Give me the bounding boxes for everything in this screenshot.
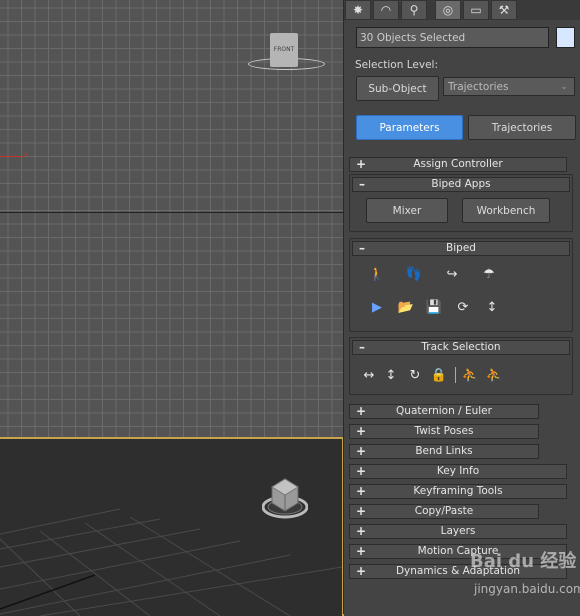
body-rotation-icon[interactable]: ↻ — [406, 366, 424, 384]
save-file-icon[interactable]: 💾 — [425, 298, 443, 316]
load-file-icon[interactable]: 📂 — [397, 298, 415, 316]
rollout-track-selection[interactable]: – Track Selection — [352, 340, 570, 355]
rollout-copy-paste[interactable]: + Copy/Paste — [349, 504, 539, 519]
rollout-label: Assign Controller — [413, 158, 503, 170]
sub-object-dropdown-value: Trajectories — [448, 81, 509, 93]
figure-mode-icon[interactable]: 🚶 — [368, 265, 386, 283]
collapse-icon: – — [359, 340, 365, 354]
rollout-keyframing-tools[interactable]: + Keyframing Tools — [349, 484, 567, 499]
create-tab[interactable]: ✸ — [345, 0, 371, 20]
rollout-quaternion-euler[interactable]: + Quaternion / Euler — [349, 404, 539, 419]
chevron-down-icon: ⌄ — [560, 82, 568, 92]
rollout-label: Bend Links — [415, 445, 473, 457]
perspective-grid — [0, 508, 342, 616]
mixer-mode-icon[interactable]: ☂ — [480, 265, 498, 283]
footstep-mode-icon[interactable]: 👣 — [405, 265, 423, 283]
rollout-biped[interactable]: – Biped — [352, 241, 570, 256]
opposite-icon[interactable]: ⛹ — [485, 366, 503, 384]
expand-icon: + — [356, 404, 367, 418]
hierarchy-tab[interactable]: ⚲ — [401, 0, 427, 20]
object-color-swatch[interactable] — [556, 27, 575, 48]
expand-icon: + — [356, 524, 367, 538]
rollout-bend-links[interactable]: + Bend Links — [349, 444, 539, 459]
command-tab-bar: ✸ ◠ ⚲ ◎ ▭ ⚒ — [344, 0, 580, 20]
convert-icon[interactable]: ⟳ — [454, 298, 472, 316]
create-icon: ✸ — [352, 3, 364, 17]
parameters-button[interactable]: Parameters — [356, 115, 463, 140]
rollout-label: Layers — [440, 525, 476, 537]
expand-icon: + — [356, 157, 367, 171]
x-axis-gizmo — [0, 156, 24, 157]
rollout-label: Key Info — [436, 465, 480, 477]
rollout-label: Copy/Paste — [414, 505, 474, 517]
rollout-label: Biped — [446, 242, 476, 254]
buffer-mode-icon[interactable]: ▶ — [368, 298, 386, 316]
rollout-label: Twist Poses — [414, 425, 474, 437]
lock-com-icon[interactable]: 🔒 — [430, 366, 448, 384]
motion-tab[interactable]: ◎ — [435, 0, 461, 20]
mixer-button[interactable]: Mixer — [366, 198, 448, 223]
rollout-label: Track Selection — [421, 341, 501, 353]
selection-name-field[interactable]: 30 Objects Selected — [356, 27, 549, 48]
expand-icon: + — [356, 464, 367, 478]
rollout-label: Quaternion / Euler — [396, 405, 492, 417]
collapse-icon: – — [359, 241, 365, 255]
expand-icon: + — [356, 504, 367, 518]
workbench-button[interactable]: Workbench — [462, 198, 550, 223]
rollout-biped-apps[interactable]: – Biped Apps — [352, 177, 570, 192]
rollout-label: Biped Apps — [431, 178, 491, 190]
command-panel: ✸ ◠ ⚲ ◎ ▭ ⚒ 30 Objects Selected Selectio… — [343, 0, 580, 614]
trajectories-button[interactable]: Trajectories — [468, 115, 576, 140]
move-all-mode-icon[interactable]: ↕ — [483, 298, 501, 316]
motion-icon: ◎ — [442, 3, 454, 17]
x-axis-label: x — [24, 150, 29, 159]
symmetrical-icon[interactable]: ⛹ — [461, 366, 479, 384]
expand-icon: + — [356, 484, 367, 498]
expand-icon: + — [356, 544, 367, 558]
grid-axis-line — [0, 212, 343, 213]
selection-level-label: Selection Level: — [355, 59, 438, 71]
rollout-assign-controller[interactable]: + Assign Controller — [349, 157, 567, 172]
modify-tab[interactable]: ◠ — [373, 0, 399, 20]
expand-icon: + — [356, 564, 367, 578]
expand-icon: + — [356, 444, 367, 458]
viewcube-perspective[interactable] — [261, 473, 309, 519]
motion-flow-mode-icon[interactable]: ↪ — [443, 265, 461, 283]
hierarchy-icon: ⚲ — [409, 3, 419, 17]
rollout-label: Keyframing Tools — [413, 485, 503, 497]
collapse-icon: – — [359, 177, 365, 191]
display-tab[interactable]: ▭ — [463, 0, 489, 20]
body-horizontal-icon[interactable]: ↔ — [360, 366, 378, 384]
expand-icon: + — [356, 424, 367, 438]
rollout-layers[interactable]: + Layers — [349, 524, 567, 539]
utilities-tab[interactable]: ⚒ — [491, 0, 517, 20]
viewport-perspective[interactable] — [0, 437, 344, 616]
sub-object-dropdown[interactable]: Trajectories ⌄ — [443, 77, 575, 96]
rollout-twist-poses[interactable]: + Twist Poses — [349, 424, 539, 439]
display-icon: ▭ — [470, 3, 482, 17]
viewcube-front[interactable]: FRONT — [270, 33, 298, 67]
body-vertical-icon[interactable]: ↕ — [382, 366, 400, 384]
modify-icon: ◠ — [380, 3, 392, 17]
sub-object-button[interactable]: Sub-Object — [356, 76, 439, 101]
rollout-key-info[interactable]: + Key Info — [349, 464, 567, 479]
watermark: Bai du 经验 — [470, 551, 577, 572]
viewport-front[interactable]: x FRONT — [0, 0, 343, 437]
utilities-icon: ⚒ — [498, 3, 510, 17]
separator — [455, 367, 456, 383]
watermark-url: jingyan.baidu.com — [474, 582, 580, 596]
